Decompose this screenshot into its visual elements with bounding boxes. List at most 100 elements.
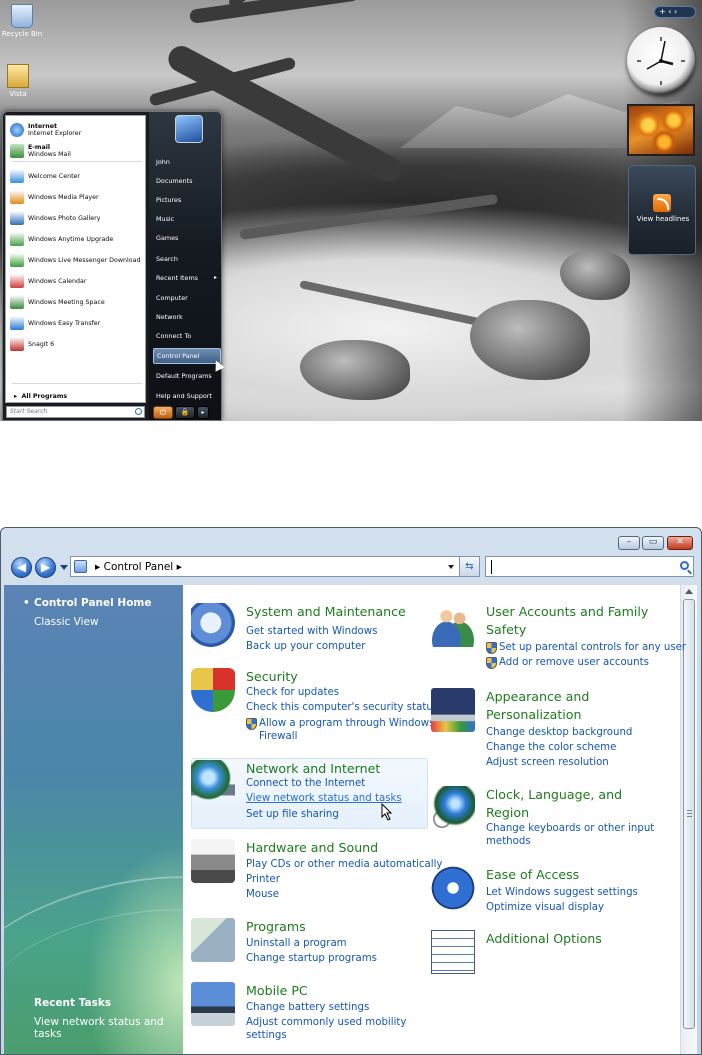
recycle-bin-desktop-icon[interactable]: Recycle Bin — [0, 4, 47, 38]
lock-button[interactable]: 🔒 — [175, 406, 195, 419]
category-task-link[interactable]: Get started with Windows — [246, 625, 377, 638]
start-recent-program[interactable]: Welcome Center — [10, 168, 144, 184]
start-place-item[interactable]: Recent Items ▸ — [153, 270, 221, 286]
category-task-link[interactable]: Change the color scheme — [486, 741, 616, 754]
vertical-scrollbar[interactable] — [680, 585, 697, 1054]
close-button[interactable]: ✕ — [667, 536, 693, 550]
start-place-item[interactable]: Pictures — [153, 192, 221, 208]
feed-headlines-gadget[interactable]: View headlines — [628, 165, 696, 255]
category-title[interactable]: Clock, Language, and — [486, 786, 622, 804]
category-title[interactable]: User Accounts and Family — [486, 603, 648, 621]
all-programs-button[interactable]: ▸ All Programs — [14, 393, 67, 400]
system-category-icon[interactable] — [191, 603, 235, 647]
category-title[interactable]: Personalization — [486, 706, 582, 724]
scroll-up-icon[interactable] — [685, 589, 693, 594]
network-category-icon[interactable] — [191, 760, 235, 804]
category-task-link[interactable]: Back up your computer — [246, 640, 365, 653]
category-task-link[interactable]: Mouse — [246, 888, 279, 901]
power-button[interactable]: ⏻ — [153, 406, 173, 419]
category-title[interactable]: System and Maintenance — [246, 603, 406, 621]
ease-category-icon[interactable] — [431, 866, 475, 910]
start-recent-program[interactable]: Windows Photo Gallery — [10, 210, 144, 226]
address-dropdown-icon[interactable] — [448, 565, 454, 569]
category-title[interactable]: Hardware and Sound — [246, 839, 378, 857]
recent-pages-dropdown-icon[interactable] — [60, 565, 68, 570]
hardware-category-icon[interactable] — [191, 839, 235, 883]
start-place-item[interactable]: Computer — [153, 290, 221, 306]
start-place-item[interactable]: Games — [153, 230, 221, 246]
category-task-link[interactable]: Change startup programs — [246, 952, 377, 965]
clock-category-icon[interactable] — [431, 786, 475, 830]
slideshow-gadget[interactable] — [627, 104, 695, 156]
shutdown-options-button[interactable]: ▸ — [197, 406, 209, 419]
category-task-link[interactable]: Change keyboards or other input — [486, 822, 654, 835]
start-search-input[interactable]: Start Search — [6, 406, 145, 418]
category-task-link[interactable]: methods — [486, 835, 531, 848]
recent-task-link[interactable]: View network status and tasks — [34, 1016, 183, 1040]
category-title[interactable]: Safety — [486, 621, 526, 639]
window-title-bar[interactable]: – ▭ ✕ — [1, 528, 701, 554]
start-item-email[interactable]: E-mail Windows Mail — [10, 141, 144, 161]
start-recent-program[interactable]: Windows Media Player — [10, 189, 144, 205]
start-recent-program[interactable]: Windows Calendar — [10, 273, 144, 289]
category-task-link[interactable]: Check this computer's security status — [246, 701, 438, 714]
category-task-link[interactable]: Adjust commonly used mobility — [246, 1016, 406, 1029]
start-recent-program[interactable]: Windows Meeting Space — [10, 294, 144, 310]
back-button[interactable]: ◀ — [11, 557, 32, 578]
category-task-link[interactable]: Printer — [246, 873, 280, 886]
control-panel-home-link[interactable]: Control Panel Home — [23, 597, 152, 609]
address-breadcrumb[interactable]: ▸ Control Panel ▸ — [95, 559, 182, 575]
start-place-item[interactable]: John — [153, 154, 221, 170]
scrollbar-thumb[interactable] — [683, 599, 695, 1029]
search-icon[interactable] — [680, 561, 689, 570]
start-place-item[interactable]: Connect To — [153, 328, 221, 344]
mobile-category-icon[interactable] — [191, 982, 235, 1026]
category-task-link[interactable]: Add or remove user accounts — [499, 656, 649, 669]
appear-category-icon[interactable] — [431, 688, 475, 732]
start-place-item[interactable]: Help and Support — [153, 388, 221, 404]
start-place-item[interactable]: Search — [153, 251, 221, 267]
category-title[interactable]: Ease of Access — [486, 866, 579, 884]
programs-category-icon[interactable] — [191, 918, 235, 962]
start-recent-program[interactable]: Windows Anytime Upgrade — [10, 231, 144, 247]
category-task-link[interactable]: settings — [246, 1029, 287, 1042]
security-category-icon[interactable] — [191, 668, 235, 712]
vista-folder-desktop-icon[interactable]: Vista — [0, 64, 43, 98]
users-category-icon[interactable] — [431, 603, 475, 647]
category-task-link[interactable]: Allow a program through Windows — [259, 717, 434, 730]
addl-category-icon[interactable] — [431, 930, 475, 974]
category-task-link[interactable]: Set up file sharing — [246, 808, 339, 821]
category-title[interactable]: Programs — [246, 918, 306, 936]
category-task-link[interactable]: Uninstall a program — [246, 937, 347, 950]
category-task-link[interactable]: Change battery settings — [246, 1001, 369, 1014]
category-title[interactable]: Mobile PC — [246, 982, 308, 1000]
user-picture-avatar[interactable] — [175, 115, 203, 143]
category-task-link[interactable]: Check for updates — [246, 686, 339, 699]
category-task-link[interactable]: Connect to the Internet — [246, 777, 365, 790]
refresh-button[interactable]: ⇆ — [459, 556, 480, 577]
category-task-link[interactable]: Adjust screen resolution — [486, 756, 609, 769]
category-title[interactable]: Additional Options — [486, 930, 602, 948]
category-task-link[interactable]: Change desktop background — [486, 726, 632, 739]
category-task-link[interactable]: Firewall — [259, 730, 297, 743]
clock-gadget[interactable] — [627, 27, 695, 95]
category-task-link[interactable]: Optimize visual display — [486, 901, 604, 914]
forward-button[interactable]: ▶ — [35, 557, 56, 578]
maximize-button[interactable]: ▭ — [642, 536, 664, 550]
start-recent-program[interactable]: Windows Easy Transfer — [10, 315, 144, 331]
category-task-link[interactable]: Play CDs or other media automatically — [246, 858, 442, 871]
sidebar-gadget-controls[interactable]: + ‹ › — [654, 6, 696, 18]
start-place-item[interactable]: Documents — [153, 173, 221, 189]
minimize-button[interactable]: – — [618, 536, 640, 550]
category-title[interactable]: Appearance and — [486, 688, 589, 706]
start-place-item[interactable]: Music — [153, 211, 221, 227]
classic-view-link[interactable]: Classic View — [34, 616, 99, 628]
start-item-internet[interactable]: Internet Internet Explorer — [10, 120, 144, 140]
category-task-link[interactable]: Set up parental controls for any user — [499, 641, 686, 654]
start-recent-program[interactable]: SnagIt 6 — [10, 336, 144, 352]
start-place-item[interactable]: Network — [153, 309, 221, 325]
search-input[interactable] — [485, 556, 694, 577]
category-title[interactable]: Security — [246, 668, 298, 686]
category-title[interactable]: Region — [486, 804, 529, 822]
category-title[interactable]: Network and Internet — [246, 760, 380, 778]
